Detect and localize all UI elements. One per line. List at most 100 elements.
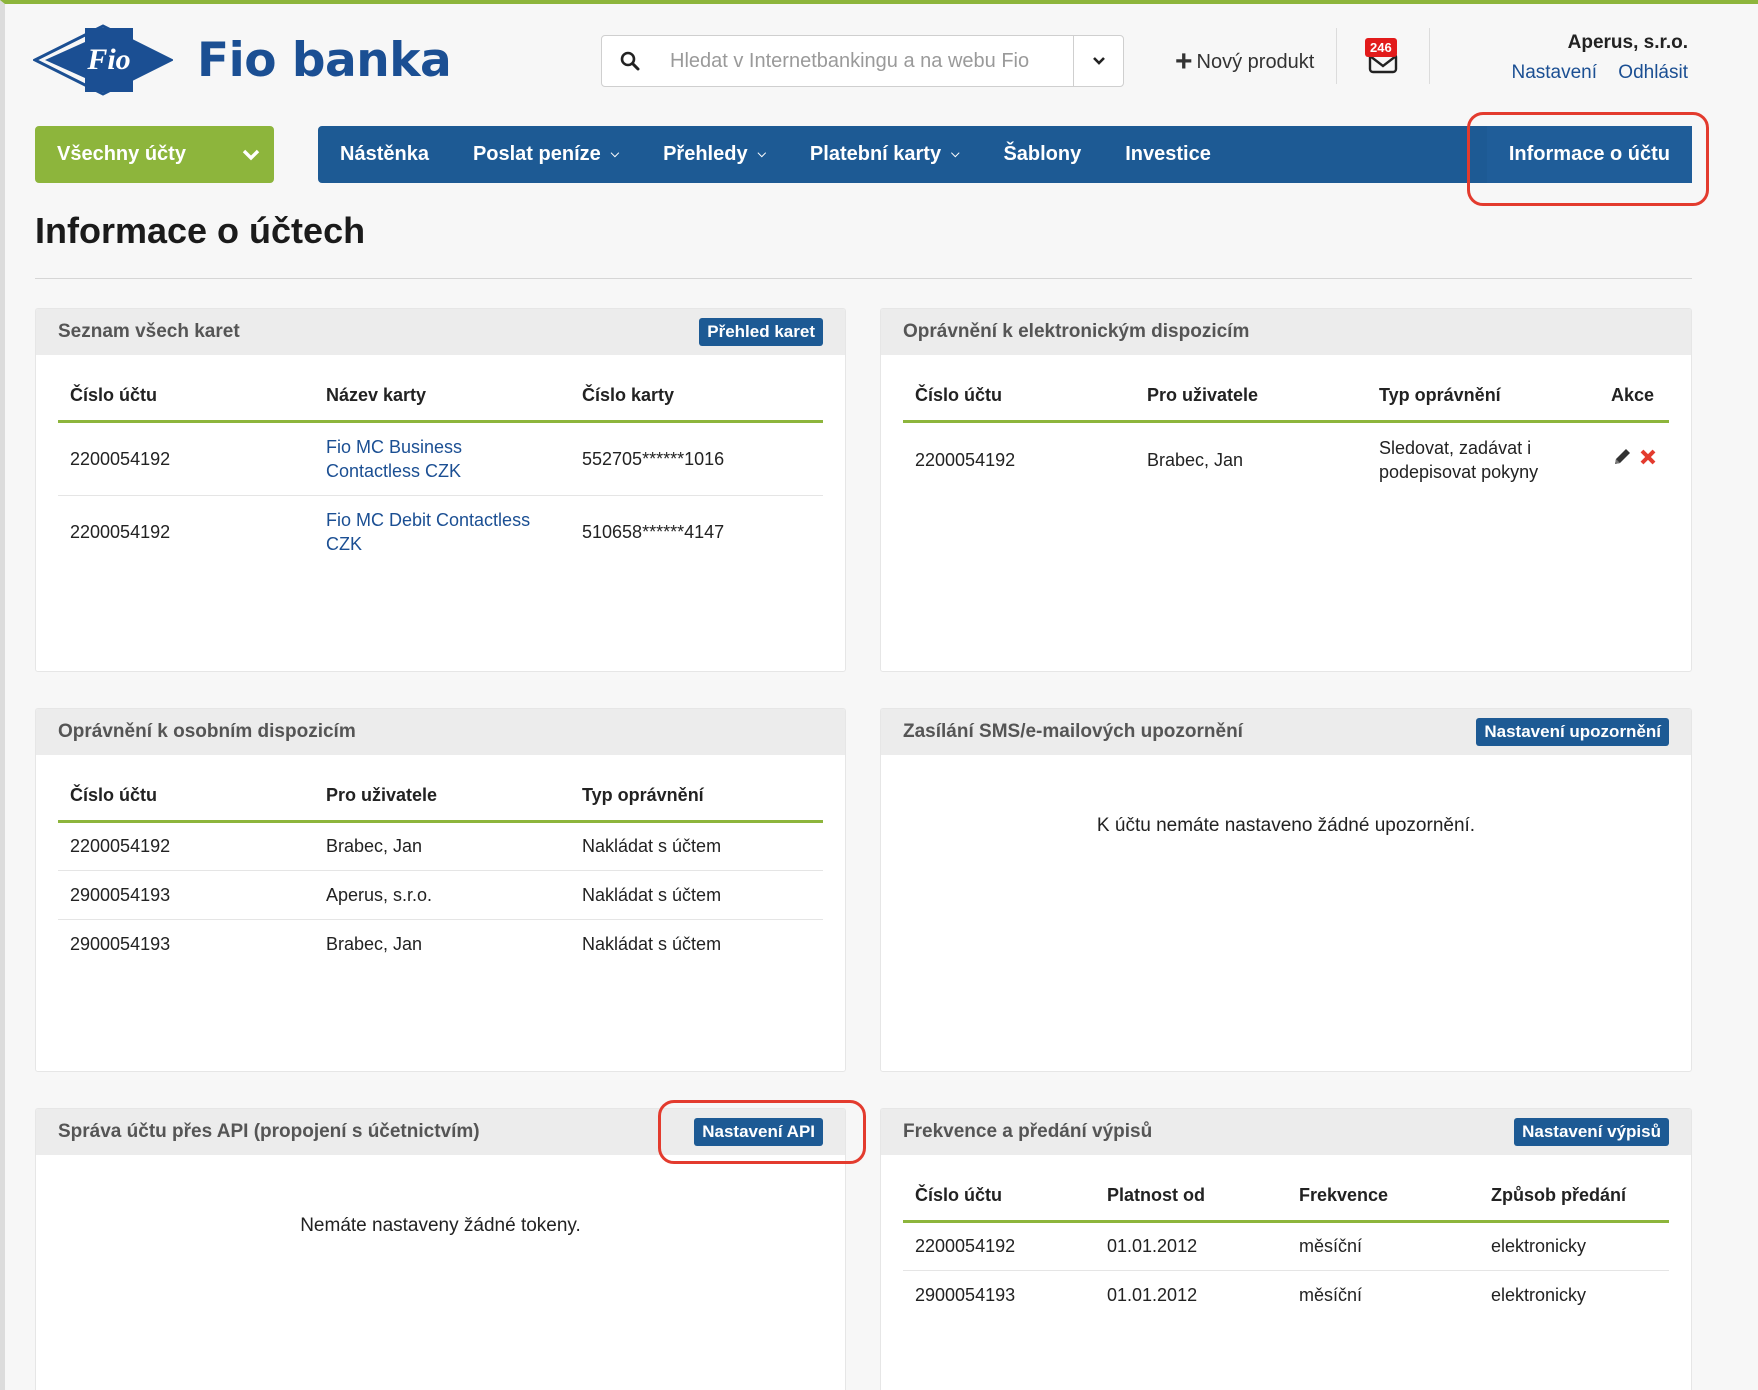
col-header: Pro uživatele xyxy=(1135,355,1367,423)
account-number: 2200054192 xyxy=(58,421,314,496)
cards-panel: Seznam všech karet Přehled karet Číslo ú… xyxy=(35,308,846,672)
statement-settings-button[interactable]: Nastavení výpisů xyxy=(1514,1118,1669,1146)
table-row: 2900054193 Aperus, s.r.o. Nakládat s účt… xyxy=(58,870,823,920)
account-number: 2900054193 xyxy=(70,933,171,954)
card-number: 510658******4147 xyxy=(582,522,725,543)
frequency: měsíční xyxy=(1287,1221,1479,1271)
fio-logo-icon: Fio xyxy=(33,24,173,96)
col-header: Číslo karty xyxy=(570,355,823,423)
user-block: Aperus, s.r.o. Nastavení Odhlásit xyxy=(1495,32,1688,84)
table-row: 2200054192 Fio MC Business Contactless C… xyxy=(58,421,823,496)
nav-investments-label: Investice xyxy=(1125,143,1211,165)
account-number: 2200054192 xyxy=(903,1221,1095,1271)
col-header: Název karty xyxy=(314,355,570,423)
nav-overviews[interactable]: Přehledy ⌵ xyxy=(641,126,788,183)
api-panel: Správa účtu přes API (propojení s účetni… xyxy=(35,1108,846,1390)
page-title: Informace o účtech xyxy=(35,210,366,251)
notifications-empty-message: K účtu nemáte nastaveno žádné upozornění… xyxy=(1096,815,1476,836)
frequency: měsíční xyxy=(1299,1284,1363,1305)
page-frame: Fio Fio banka + Nový produkt 246 Aperus,… xyxy=(0,0,1758,1390)
permission-type: Sledovat, zadávat i podepisovat pokyny xyxy=(1379,437,1539,482)
table-row: 2200054192 Brabec, Jan Nakládat s účtem xyxy=(58,821,823,871)
electronic-permissions-panel: Oprávnění k elektronickým dispozicím Čís… xyxy=(880,308,1692,672)
all-accounts-label: Všechny účty xyxy=(57,143,186,165)
col-header: Frekvence xyxy=(1287,1155,1479,1223)
personal-permissions-table: Číslo účtu Pro uživatele Typ oprávnění 2… xyxy=(58,755,823,968)
chevron-down-icon xyxy=(242,149,260,160)
col-header: Pro uživatele xyxy=(314,755,570,823)
electronic-permissions-table: Číslo účtu Pro uživatele Typ oprávnění A… xyxy=(903,355,1669,497)
col-header: Číslo účtu xyxy=(903,1155,1095,1223)
search-input[interactable] xyxy=(658,36,1073,86)
settings-link[interactable]: Nastavení xyxy=(1511,62,1597,83)
permission-type: Nakládat s účtem xyxy=(570,870,823,920)
nav-payment-cards-label: Platební karty xyxy=(809,143,942,165)
account-number: 2200054192 xyxy=(58,821,314,871)
valid-from: 01.01.2012 xyxy=(1107,1284,1198,1305)
all-accounts-dropdown[interactable]: Všechny účty xyxy=(35,126,274,183)
permission-type: Nakládat s účtem xyxy=(582,933,722,954)
chevron-down-icon: ⌵ xyxy=(610,148,620,160)
new-product-label: Nový produkt xyxy=(1196,50,1315,73)
card-name-link[interactable]: Fio MC Business Contactless CZK xyxy=(326,437,462,481)
cards-panel-title: Seznam všech karet xyxy=(58,321,240,342)
mail-count-badge: 246 xyxy=(1365,38,1397,57)
brand-name: Fio banka xyxy=(197,32,452,88)
nav-account-info[interactable]: Informace o účtu xyxy=(1486,126,1692,183)
col-header: Číslo účtu xyxy=(903,355,1135,423)
user-name: Aperus, s.r.o. xyxy=(314,870,570,920)
nav-payment-cards[interactable]: Platební karty ⌵ xyxy=(788,126,982,183)
account-number: 2200054192 xyxy=(915,449,1016,470)
plus-icon: + xyxy=(1175,45,1193,78)
api-panel-title: Správa účtu přes API (propojení s účetni… xyxy=(58,1121,480,1142)
statements-panel-title: Frekvence a předání výpisů xyxy=(903,1121,1153,1142)
table-row: 2900054193 01.01.2012 měsíční elektronic… xyxy=(903,1270,1669,1319)
delete-icon[interactable] xyxy=(1639,448,1657,466)
nav-templates[interactable]: Šablony xyxy=(981,126,1103,183)
user-name: Brabec, Jan xyxy=(1147,449,1244,470)
account-number: 2900054193 xyxy=(915,1284,1016,1305)
cards-table: Číslo účtu Název karty Číslo karty 22000… xyxy=(58,355,823,569)
cards-overview-button[interactable]: Přehled karet xyxy=(699,318,823,346)
delivery-method: elektronicky xyxy=(1491,1284,1587,1305)
col-header: Číslo účtu xyxy=(58,355,314,423)
nav-dashboard-label: Nástěnka xyxy=(340,143,429,165)
delivery-method: elektronicky xyxy=(1479,1221,1669,1271)
header-divider xyxy=(1429,28,1430,84)
permission-type: Nakládat s účtem xyxy=(570,821,823,871)
table-row: 2200054192 Fio MC Debit Contactless CZK … xyxy=(58,495,823,569)
user-name: Brabec, Jan xyxy=(314,821,570,871)
chevron-down-icon: ⌵ xyxy=(757,148,766,160)
new-product-button[interactable]: + Nový produkt xyxy=(1175,44,1314,80)
col-header: Číslo účtu xyxy=(58,755,314,823)
electronic-panel-title: Oprávnění k elektronickým dispozicím xyxy=(903,321,1250,342)
table-row: 2200054192 Brabec, Jan Sledovat, zadávat… xyxy=(903,421,1669,497)
user-name: Aperus, s.r.o. xyxy=(1567,32,1688,53)
notifications-panel: Zasílání SMS/e-mailových upozornění Nast… xyxy=(880,708,1692,1072)
main-nav: Nástěnka Poslat peníze ⌵ Přehledy ⌵ Plateb… xyxy=(318,126,1692,183)
statements-table: Číslo účtu Platnost od Frekvence Způsob … xyxy=(903,1155,1669,1319)
nav-account-info-label: Informace o účtu xyxy=(1508,143,1670,165)
col-header: Platnost od xyxy=(1095,1155,1287,1223)
search-dropdown-toggle[interactable] xyxy=(1073,36,1123,86)
api-settings-button[interactable]: Nastavení API xyxy=(694,1118,823,1146)
col-header: Typ oprávnění xyxy=(570,755,823,823)
fio-logo[interactable]: Fio Fio banka xyxy=(33,22,452,98)
notification-settings-button[interactable]: Nastavení upozornění xyxy=(1476,718,1669,746)
nav-dashboard[interactable]: Nástěnka xyxy=(318,126,451,183)
edit-pencil-icon[interactable] xyxy=(1611,446,1633,468)
nav-send-money[interactable]: Poslat peníze ⌵ xyxy=(451,126,641,183)
col-header: Akce xyxy=(1599,355,1669,423)
personal-permissions-panel: Oprávnění k osobním dispozicím Číslo účt… xyxy=(35,708,846,1072)
account-number: 2900054193 xyxy=(58,870,314,920)
api-empty-message: Nemáte nastaveny žádné tokeny. xyxy=(300,1215,581,1236)
card-name-link[interactable]: Fio MC Debit Contactless CZK xyxy=(326,510,530,554)
chevron-down-icon xyxy=(1092,57,1105,65)
user-name: Brabec, Jan xyxy=(326,933,423,954)
nav-overviews-label: Přehledy xyxy=(663,143,748,165)
nav-investments[interactable]: Investice xyxy=(1103,126,1233,183)
nav-send-money-label: Poslat peníze xyxy=(472,143,601,165)
notifications-panel-title: Zasílání SMS/e-mailových upozornění xyxy=(903,721,1243,742)
logout-link[interactable]: Odhlásit xyxy=(1618,62,1688,83)
search-icon[interactable] xyxy=(602,51,658,71)
